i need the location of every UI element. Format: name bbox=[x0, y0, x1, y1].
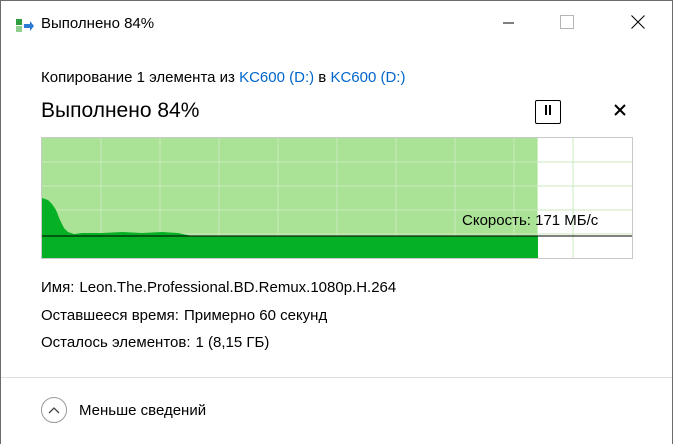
copy-progress-window: Выполнено 84% Копирование 1 элемента из … bbox=[0, 0, 673, 444]
detail-time: Оставшееся время: Примерно 60 секунд bbox=[41, 306, 327, 326]
footer: Меньше сведений bbox=[1, 377, 672, 444]
maximize-button[interactable] bbox=[544, 1, 590, 48]
items-value: 1 (8,15 ГБ) bbox=[195, 334, 270, 351]
speed-label: Скорость: 171 МБ/с bbox=[462, 212, 599, 229]
copy-description: Копирование 1 элемента из KC600 (D:) в K… bbox=[41, 68, 405, 88]
maximize-icon bbox=[560, 15, 574, 34]
minimize-button[interactable] bbox=[486, 1, 532, 48]
cancel-icon bbox=[614, 103, 626, 121]
copy-middle: в bbox=[318, 69, 327, 86]
window-title: Выполнено 84% bbox=[41, 15, 155, 32]
detail-items: Осталось элементов: 1 (8,15 ГБ) bbox=[41, 333, 269, 353]
speed-graph: Скорость: 171 МБ/с bbox=[41, 137, 633, 259]
name-label: Имя: bbox=[41, 279, 75, 296]
copy-file-icon bbox=[15, 16, 35, 34]
copy-prefix: Копирование 1 элемента из bbox=[41, 69, 235, 86]
cancel-button[interactable] bbox=[607, 100, 633, 124]
chevron-up-icon bbox=[48, 401, 60, 419]
items-label: Осталось элементов: bbox=[41, 334, 191, 351]
destination-link[interactable]: KC600 (D:) bbox=[330, 69, 405, 86]
source-link[interactable]: KC600 (D:) bbox=[239, 69, 314, 86]
progress-title: Выполнено 84% bbox=[41, 99, 200, 122]
speed-graph-svg bbox=[42, 138, 632, 258]
less-details-button[interactable] bbox=[41, 397, 67, 423]
less-details-label[interactable]: Меньше сведений bbox=[79, 401, 206, 421]
close-icon bbox=[631, 15, 645, 34]
detail-name: Имя: Leon.The.Professional.BD.Remux.1080p… bbox=[41, 278, 396, 298]
pause-icon bbox=[543, 103, 553, 121]
title-bar[interactable]: Выполнено 84% bbox=[1, 1, 672, 48]
close-button[interactable] bbox=[615, 1, 661, 48]
minimize-icon bbox=[503, 16, 515, 34]
pause-button[interactable] bbox=[535, 100, 561, 124]
time-label: Оставшееся время: bbox=[41, 307, 179, 324]
name-value: Leon.The.Professional.BD.Remux.1080p.H.2… bbox=[79, 279, 397, 296]
time-value: Примерно 60 секунд bbox=[183, 307, 328, 324]
